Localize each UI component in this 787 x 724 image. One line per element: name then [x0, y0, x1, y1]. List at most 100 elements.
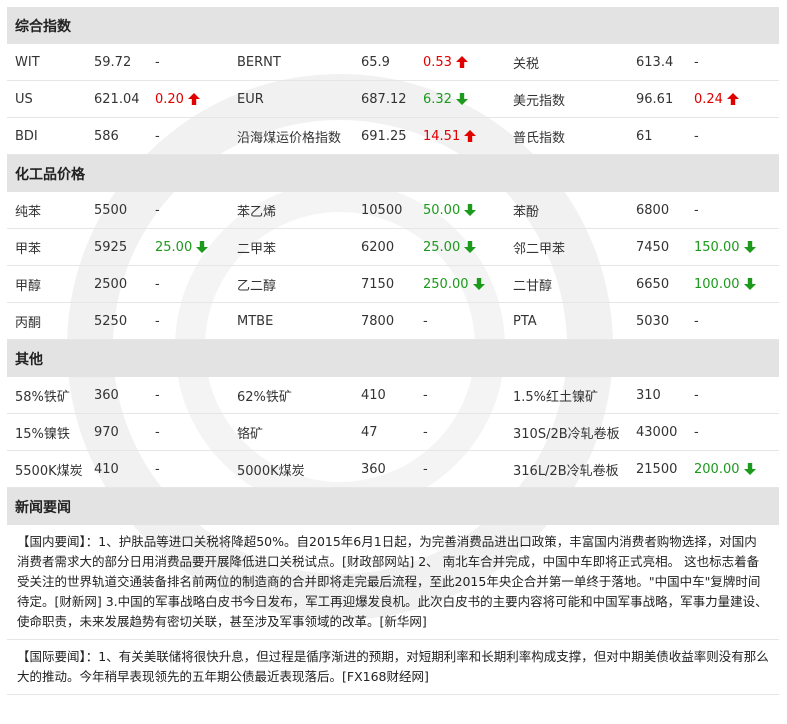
item-value: 5925 [94, 228, 155, 266]
table-row: US 621.04 0.20 EUR 687.12 6.32 美元指数 96.61 0.24 [7, 80, 779, 118]
item-name: 5500K煤炭 [7, 450, 94, 488]
item-change: 0.53 [423, 54, 452, 70]
table-row: WIT 59.72- BERNT 65.9 0.53 关税 613.4- [7, 44, 779, 81]
item-change-cell: 6.32 [423, 80, 505, 118]
item-value: 7450 [636, 228, 694, 266]
table-row: BDI 586- 沿海煤运价格指数 691.25 14.51 普氏指数 61- [7, 117, 779, 155]
item-change-cell: - [155, 302, 229, 340]
item-change-cell: 50.00 [423, 192, 505, 229]
item-change: - [694, 387, 699, 403]
item-change: - [155, 54, 160, 70]
item-value: 360 [94, 377, 155, 414]
item-name: 15%镍铁 [7, 413, 94, 451]
item-name: BERNT [229, 44, 361, 81]
arrow-up-icon [726, 92, 739, 105]
chemical-table: 纯苯 5500- 苯乙烯 10500 50.00 苯酚 6800- 甲苯 5925 25.00 二甲… [7, 192, 779, 340]
item-name: 美元指数 [505, 80, 636, 118]
table-row: 58%铁矿 360-62%铁矿 410-1.5%红土镍矿 310- [7, 377, 779, 414]
item-name: 甲醇 [7, 265, 94, 303]
item-name: 乙二醇 [229, 265, 361, 303]
item-name: PTA [505, 302, 636, 340]
item-change-cell: 100.00 [694, 265, 779, 303]
item-change: 25.00 [423, 239, 461, 255]
item-change-cell: - [423, 377, 505, 414]
item-value: 61 [636, 117, 694, 155]
item-name: 62%铁矿 [229, 377, 361, 414]
table-row: 5500K煤炭 410-5000K煤炭 360-316L/2B冷轧卷板 21500 20… [7, 450, 779, 488]
item-name: 58%铁矿 [7, 377, 94, 414]
item-value: 5250 [94, 302, 155, 340]
item-value: 5030 [636, 302, 694, 340]
item-value: 96.61 [636, 80, 694, 118]
item-name: EUR [229, 80, 361, 118]
item-change: 25.00 [155, 239, 193, 255]
item-name: 二甘醇 [505, 265, 636, 303]
item-change-cell: - [155, 413, 229, 451]
item-change: 200.00 [694, 461, 740, 477]
arrow-up-icon [187, 92, 200, 105]
item-change: - [155, 202, 160, 218]
item-name: 沿海煤运价格指数 [229, 117, 361, 155]
item-change-cell: 0.24 [694, 80, 779, 118]
item-change: - [155, 276, 160, 292]
arrow-down-icon [464, 240, 477, 253]
item-change-cell: - [155, 44, 229, 81]
item-change-cell: 250.00 [423, 265, 505, 303]
arrow-down-icon [464, 203, 477, 216]
item-value: 47 [361, 413, 423, 451]
arrow-up-icon [464, 129, 477, 142]
item-change: 0.24 [694, 91, 723, 107]
section-header-chemical: 化工品价格 [7, 155, 779, 192]
arrow-down-icon [472, 277, 485, 290]
item-change-cell: - [694, 192, 779, 229]
item-value: 970 [94, 413, 155, 451]
item-value: 59.72 [94, 44, 155, 81]
item-name: 丙酮 [7, 302, 94, 340]
item-value: 310 [636, 377, 694, 414]
item-value: 7150 [361, 265, 423, 303]
item-change-cell: 14.51 [423, 117, 505, 155]
item-change: - [694, 424, 699, 440]
section-header-other: 其他 [7, 340, 779, 377]
arrow-down-icon [196, 240, 209, 253]
item-value: 621.04 [94, 80, 155, 118]
item-name: 1.5%红土镍矿 [505, 377, 636, 414]
item-value: 691.25 [361, 117, 423, 155]
item-change-cell: - [694, 44, 779, 81]
news-international-text: 【国际要闻】：1、有关美联储将很快升息，但过程是循序渐进的预期，对短期利率和长期… [17, 649, 769, 684]
item-name: US [7, 80, 94, 118]
item-change-cell: - [155, 117, 229, 155]
item-change-cell: - [694, 117, 779, 155]
composite-table: WIT 59.72- BERNT 65.9 0.53 关税 613.4- US 621.04 0.… [7, 44, 779, 155]
item-change: - [423, 424, 428, 440]
item-change: - [694, 128, 699, 144]
item-change-cell: 25.00 [155, 228, 229, 266]
item-change-cell: 150.00 [694, 228, 779, 266]
item-change-cell: - [155, 450, 229, 488]
item-change: 100.00 [694, 276, 740, 292]
item-value: 6800 [636, 192, 694, 229]
table-row: 丙酮 5250- MTBE 7800- PTA 5030- [7, 302, 779, 340]
item-name: 甲苯 [7, 228, 94, 266]
item-change-cell: - [423, 302, 505, 340]
item-value: 10500 [361, 192, 423, 229]
arrow-down-icon [743, 462, 756, 475]
arrow-down-icon [743, 240, 756, 253]
item-change: - [694, 202, 699, 218]
item-name: 普氏指数 [505, 117, 636, 155]
item-name: 纯苯 [7, 192, 94, 229]
item-change: 50.00 [423, 202, 461, 218]
item-value: 586 [94, 117, 155, 155]
item-value: 410 [94, 450, 155, 488]
item-value: 43000 [636, 413, 694, 451]
item-change: 14.51 [423, 128, 461, 144]
item-value: 410 [361, 377, 423, 414]
item-change-cell: - [423, 450, 505, 488]
item-name: 310S/2B冷轧卷板 [505, 413, 636, 451]
item-value: 613.4 [636, 44, 694, 81]
item-name: MTBE [229, 302, 361, 340]
item-name: 关税 [505, 44, 636, 81]
item-name: 苯乙烯 [229, 192, 361, 229]
item-change-cell: - [155, 265, 229, 303]
item-value: 6650 [636, 265, 694, 303]
